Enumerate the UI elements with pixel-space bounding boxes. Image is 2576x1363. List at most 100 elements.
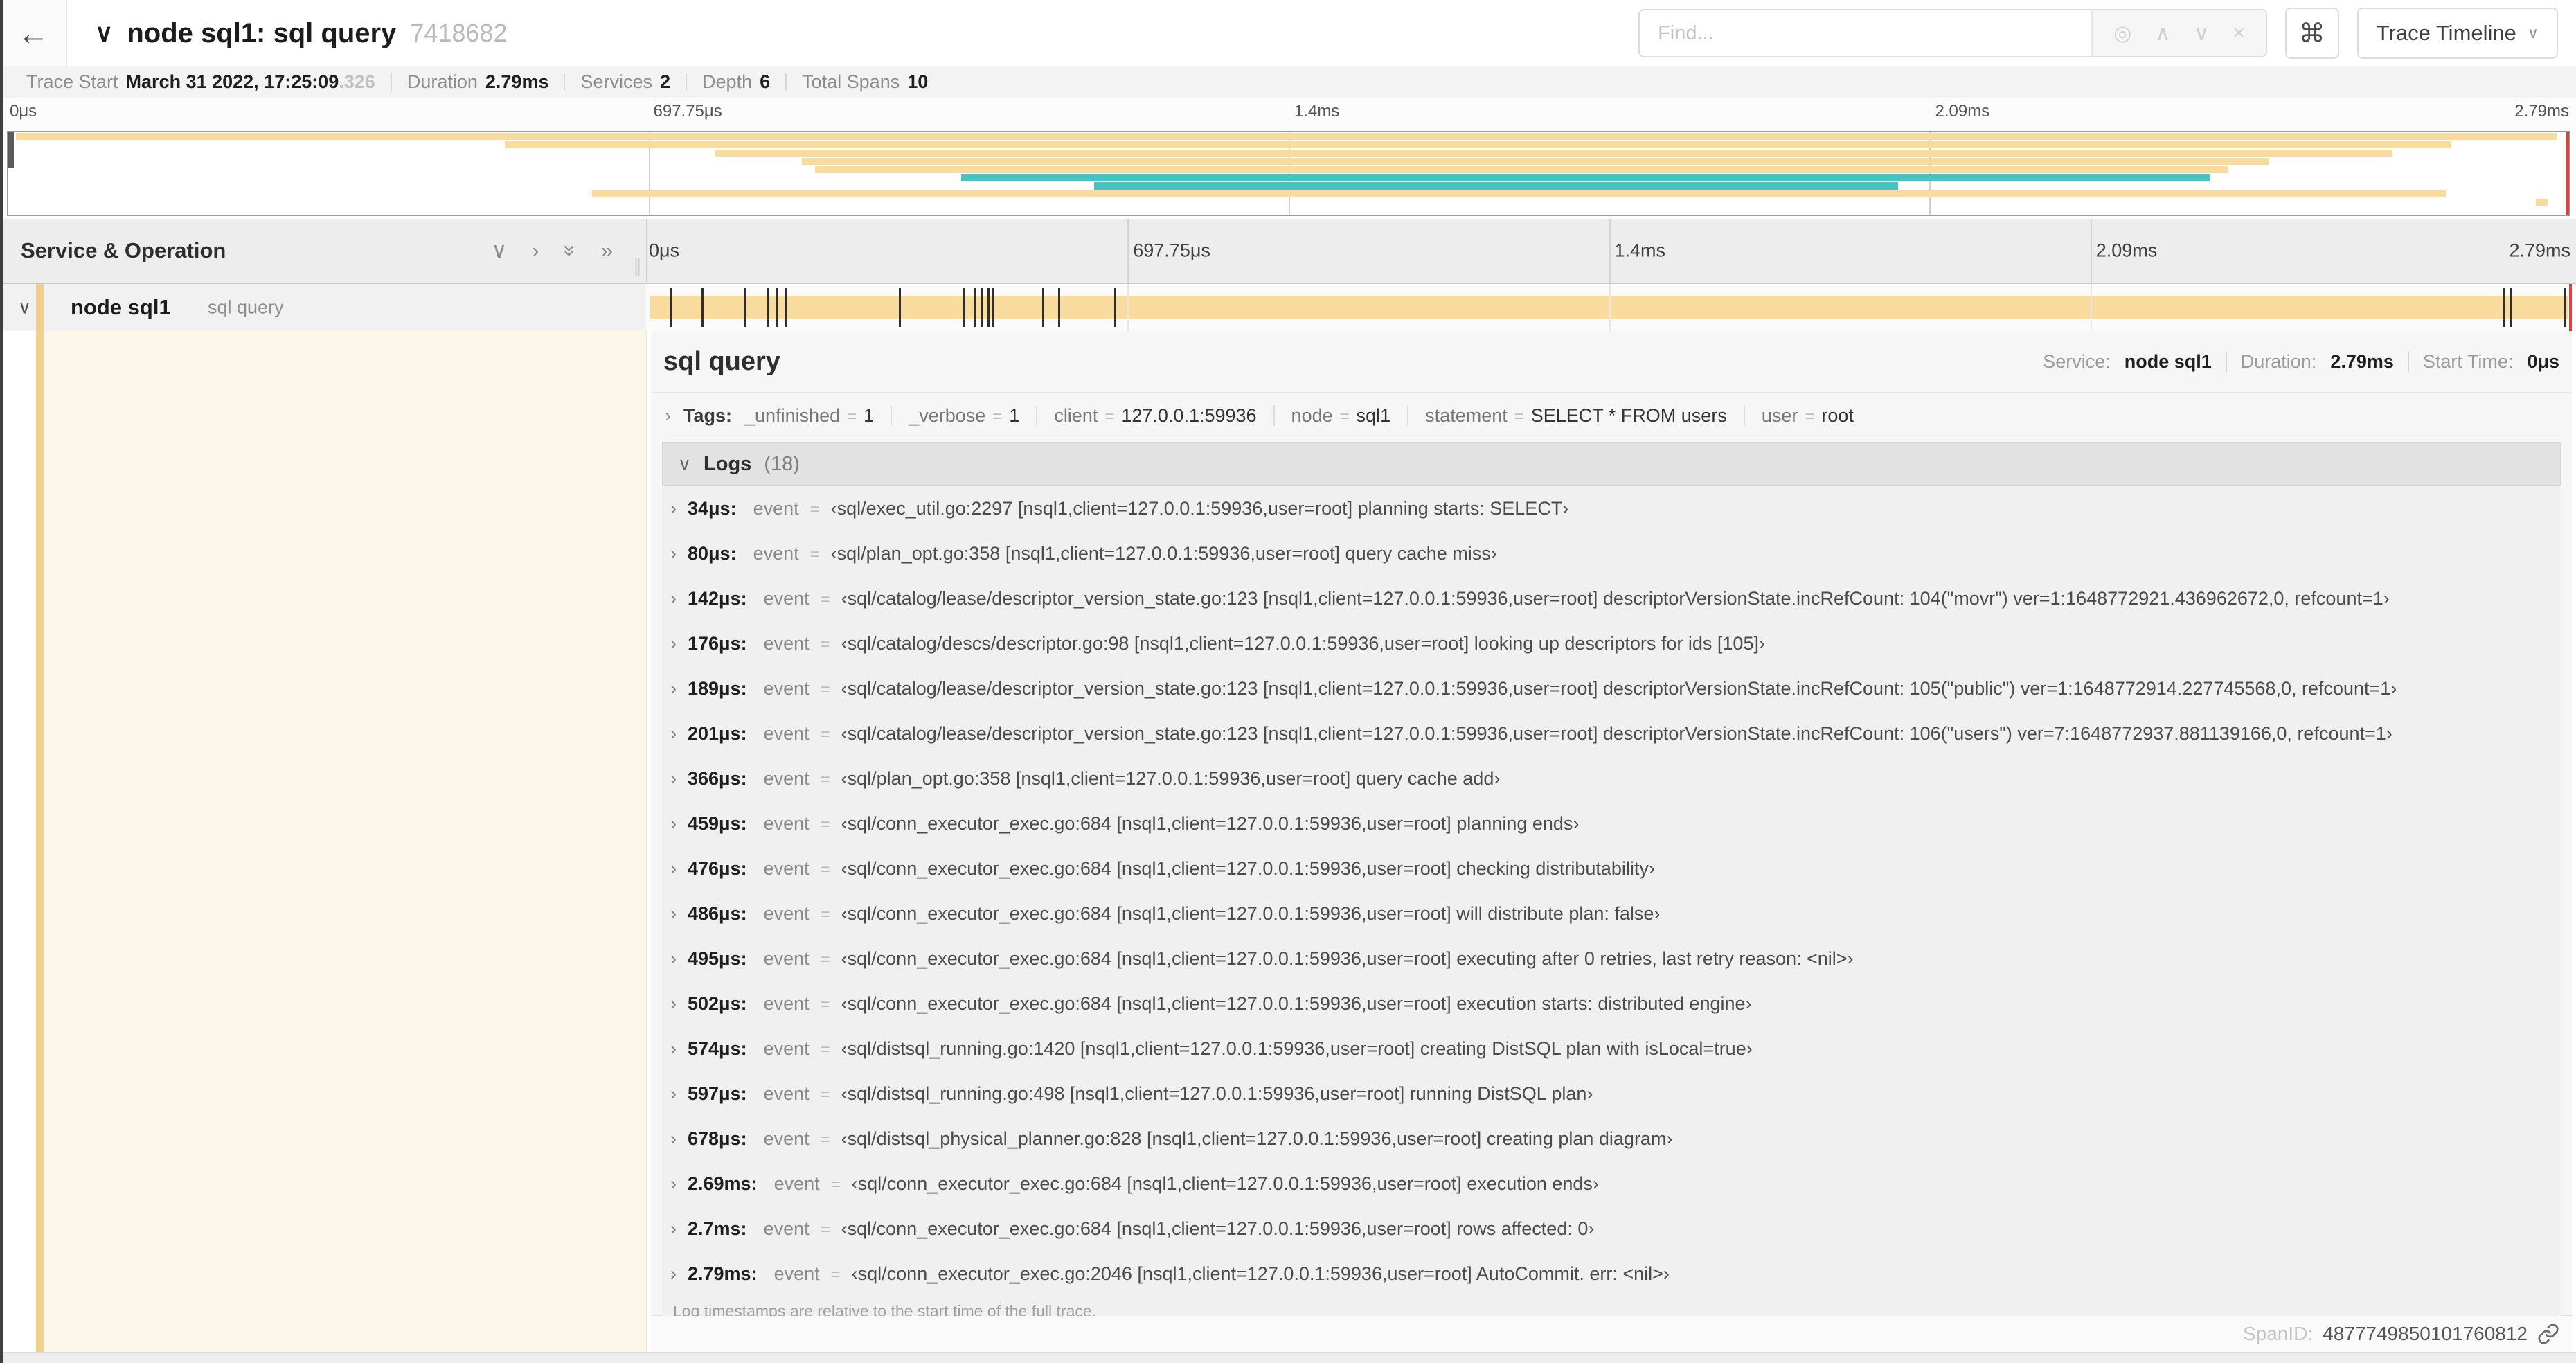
keyboard-shortcuts-button[interactable]: ⌘ xyxy=(2284,8,2339,59)
divider xyxy=(1743,405,1745,426)
equals-sign: = xyxy=(820,770,830,789)
log-entry-row[interactable]: › 366μs: event = ‹sql/plan_opt.go:358 [nsql1… xyxy=(662,756,2561,801)
log-entry-row[interactable]: › 574μs: event = ‹sql/distsql_running.go:142… xyxy=(662,1026,2561,1071)
minimap-canvas[interactable] xyxy=(7,131,2570,216)
equals-sign: = xyxy=(820,590,830,609)
equals-sign: = xyxy=(820,1220,830,1239)
log-entry-row[interactable]: › 476μs: event = ‹sql/conn_executor_exec.go:… xyxy=(662,846,2561,891)
timeline-grid-header: Service & Operation ∨ › » » ∥ 0μs 697.75μ… xyxy=(0,219,2576,284)
equals-sign: = xyxy=(830,1175,841,1194)
log-field-name: event xyxy=(763,1083,810,1104)
deep-link-icon[interactable] xyxy=(2537,1323,2559,1345)
summary-label: Services xyxy=(580,71,652,92)
find-group: ◎ ∧ ∨ × xyxy=(1638,9,2267,57)
collapse-trace-icon[interactable]: ∨ xyxy=(95,19,113,48)
equals-sign: = xyxy=(820,1085,830,1104)
span-color-stripe xyxy=(36,284,44,331)
log-event-tick xyxy=(744,288,746,327)
log-field-value: ‹sql/distsql_running.go:1420 [nsql1,clie… xyxy=(841,1038,1753,1059)
tags-list: _unfinished = 1 _verbose = 1 client = 127.0.0.1:… xyxy=(744,405,1854,427)
tag-value: 127.0.0.1:59936 xyxy=(1121,404,1257,426)
expand-all-icon[interactable]: » xyxy=(557,244,582,256)
tags-accordion[interactable]: › Tags: _unfinished = 1 _verbose = 1 client = 12… xyxy=(651,393,2572,438)
log-event-tick xyxy=(1058,288,1061,327)
collapse-all-icon[interactable]: » xyxy=(601,238,613,263)
collapse-one-icon[interactable]: › xyxy=(532,238,539,263)
log-timestamp: 459μs: xyxy=(688,813,747,834)
tick-gridline xyxy=(2090,219,2092,283)
log-entry-row[interactable]: › 176μs: event = ‹sql/catalog/descs/descript… xyxy=(662,621,2561,666)
log-field-name: event xyxy=(763,1038,810,1059)
equals-sign: = xyxy=(1104,407,1115,426)
start-time-value: 0μs xyxy=(2527,350,2559,372)
minimap-left-scrubber[interactable] xyxy=(8,132,14,169)
expand-collapse-controls: ∨ › » » xyxy=(491,238,646,263)
log-timestamp: 495μs: xyxy=(688,948,747,969)
tag-item: _unfinished = 1 xyxy=(744,405,874,427)
log-entry-row[interactable]: › 495μs: event = ‹sql/conn_executor_exec.go:… xyxy=(662,936,2561,981)
log-entry-row[interactable]: › 142μs: event = ‹sql/catalog/lease/descript… xyxy=(662,576,2561,621)
log-entry-row[interactable]: › 2.69ms: event = ‹sql/conn_executor_exec.go… xyxy=(662,1161,2561,1206)
window-left-edge xyxy=(0,0,3,1363)
log-timestamp: 142μs: xyxy=(688,588,747,609)
tick-label: 2.79ms xyxy=(2509,240,2570,261)
chevron-right-icon: › xyxy=(670,1218,677,1239)
trace-summary-item: Total Spans 10 xyxy=(787,71,943,93)
log-entry-row[interactable]: › 459μs: event = ‹sql/conn_executor_exec.go:… xyxy=(662,801,2561,846)
span-row[interactable]: ∨ node sql1 sql query xyxy=(0,284,2576,331)
trace-title: node sql1: sql query xyxy=(127,17,397,48)
span-collapse-icon[interactable]: ∨ xyxy=(18,297,31,319)
service-operation-title: Service & Operation xyxy=(21,238,226,262)
minimap-span-bar xyxy=(715,149,2392,157)
tick-gridline xyxy=(2090,284,2092,331)
timeline-ticks-header: 0μs 697.75μs 1.4ms 2.09ms 2.79ms xyxy=(646,219,2572,283)
timeline-minimap[interactable]: 0μs 697.75μs 1.4ms 2.09ms 2.79ms xyxy=(0,98,2576,219)
log-field-name: event xyxy=(763,678,810,699)
log-entry-row[interactable]: › 486μs: event = ‹sql/conn_executor_exec.go:… xyxy=(662,891,2561,936)
service-value: node sql1 xyxy=(2124,350,2212,372)
find-input[interactable] xyxy=(1640,10,2092,56)
log-field-value: ‹sql/conn_executor_exec.go:684 [nsql1,cl… xyxy=(841,1218,1595,1239)
log-field-value: ‹sql/conn_executor_exec.go:684 [nsql1,cl… xyxy=(851,1173,1599,1194)
timeline-cursor-line xyxy=(2569,284,2572,331)
minimap-span-bar xyxy=(16,132,2557,141)
log-entry-row[interactable]: › 201μs: event = ‹sql/catalog/lease/descript… xyxy=(662,711,2561,756)
span-detail-tint xyxy=(44,331,646,1352)
locate-span-icon[interactable]: ◎ xyxy=(2113,21,2131,46)
expand-one-icon[interactable]: ∨ xyxy=(491,238,507,263)
logs-label: Logs xyxy=(704,452,752,475)
equals-sign: = xyxy=(820,725,830,744)
equals-sign: = xyxy=(820,950,830,969)
view-options-dropdown[interactable]: Trace Timeline ∨ xyxy=(2356,8,2558,59)
tags-label: Tags: xyxy=(683,404,733,426)
service-label: Service: xyxy=(2043,350,2111,372)
log-timestamp: 189μs: xyxy=(688,678,747,699)
clear-search-icon[interactable]: × xyxy=(2233,21,2245,45)
log-field-name: event xyxy=(763,993,810,1014)
log-entry-row[interactable]: › 80μs: event = ‹sql/plan_opt.go:358 [nsql1,… xyxy=(662,531,2561,576)
span-detail-footer: SpanID: 4877749850101760812 xyxy=(651,1316,2572,1352)
summary-value: 10 xyxy=(907,71,929,92)
log-entry-row[interactable]: › 2.79ms: event = ‹sql/conn_executor_exec.go… xyxy=(662,1251,2561,1297)
log-entry-row[interactable]: › 597μs: event = ‹sql/distsql_running.go:498… xyxy=(662,1071,2561,1116)
back-button[interactable]: ← xyxy=(0,0,67,66)
log-field-value: ‹sql/exec_util.go:2297 [nsql1,client=127… xyxy=(830,498,1569,519)
equals-sign: = xyxy=(992,407,1003,426)
log-event-tick xyxy=(669,288,672,327)
log-entry-row[interactable]: › 189μs: event = ‹sql/catalog/lease/descript… xyxy=(662,666,2561,711)
log-entry-row[interactable]: › 502μs: event = ‹sql/conn_executor_exec.go:… xyxy=(662,981,2561,1026)
logs-accordion-header[interactable]: ∨ Logs (18) xyxy=(662,442,2561,486)
span-row-name-column[interactable]: ∨ node sql1 sql query xyxy=(0,284,647,331)
tag-key: statement xyxy=(1425,404,1508,426)
log-entry-row[interactable]: › 34μs: event = ‹sql/exec_util.go:2297 [nsql… xyxy=(662,486,2561,531)
log-entry-row[interactable]: › 2.7ms: event = ‹sql/conn_executor_exec.go:… xyxy=(662,1206,2561,1251)
log-field-name: event xyxy=(773,1263,820,1284)
tick-label: 2.09ms xyxy=(1935,102,1990,121)
span-row-timeline[interactable] xyxy=(646,284,2572,331)
log-entry-row[interactable]: › 678μs: event = ‹sql/distsql_physical_plann… xyxy=(662,1116,2561,1161)
column-resizer[interactable]: ∥ xyxy=(633,256,642,277)
next-result-icon[interactable]: ∨ xyxy=(2194,21,2209,46)
duration-value: 2.79ms xyxy=(2330,350,2394,372)
prev-result-icon[interactable]: ∧ xyxy=(2155,21,2170,46)
span-operation-name: sql query xyxy=(208,296,284,318)
